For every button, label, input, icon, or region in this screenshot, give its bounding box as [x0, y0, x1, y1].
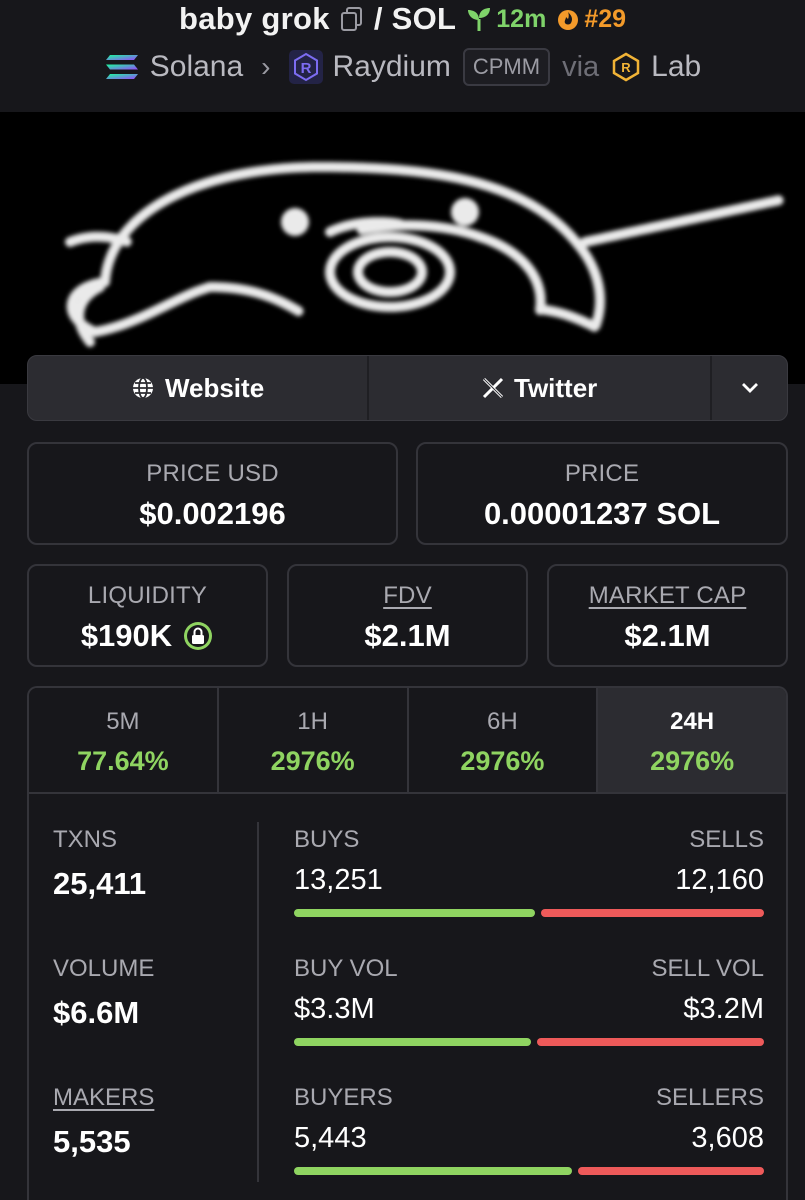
volume-ratio-bar [294, 1038, 764, 1046]
market-cap-label[interactable]: MARKET CAP [549, 582, 786, 610]
seedling-icon [468, 8, 491, 31]
tab-5m[interactable]: 5M 77.64% [29, 688, 219, 792]
trending-rank[interactable]: #29 [556, 5, 626, 34]
launchpad-name: Lab [651, 50, 702, 83]
copy-icon[interactable] [340, 6, 364, 32]
dex-name: Raydium [332, 50, 451, 83]
makers-row: MAKERS 5,535 BUYERS SELLERS 5,443 3,608 [29, 1084, 786, 1200]
sell-bar [537, 1038, 764, 1046]
social-links-bar: Website Twitter [27, 355, 788, 421]
stats-panel: 5M 77.64% 1H 2976% 6H 2976% 24H 2976% TX… [27, 686, 788, 1200]
twitter-button[interactable]: Twitter [369, 356, 713, 420]
buys-label: BUYS [294, 826, 360, 853]
svg-text:R: R [621, 60, 631, 75]
sells-value: 12,160 [675, 864, 764, 896]
svg-text:R: R [300, 60, 311, 77]
volume-row: VOLUME $6.6M BUY VOL SELL VOL $3.3M $3.2… [29, 955, 786, 1083]
tab-change: 2976% [270, 746, 355, 776]
tab-label: 6H [487, 708, 518, 735]
sell-vol-label: SELL VOL [651, 955, 764, 982]
txns-value: 25,411 [53, 866, 147, 901]
market-cap-value: $2.1M [624, 618, 711, 653]
sellers-value: 3,608 [691, 1122, 764, 1154]
title-row: baby grok / SOL 12m #29 [0, 0, 805, 38]
fdv-card[interactable]: FDV $2.1M [287, 564, 528, 667]
tab-6h[interactable]: 6H 2976% [408, 688, 599, 792]
breadcrumb-launchpad[interactable]: R Lab [611, 50, 701, 84]
website-label: Website [164, 372, 265, 403]
sellers-label: SELLERS [655, 1084, 764, 1111]
raydium-icon: R [288, 50, 323, 84]
liquidity-card: LIQUIDITY $190K [27, 564, 268, 667]
market-cap-card[interactable]: MARKET CAP $2.1M [547, 564, 788, 667]
chevron-right-icon: › [261, 51, 271, 82]
breadcrumb-dex[interactable]: R Raydium [288, 50, 451, 84]
buyers-value: 5,443 [294, 1122, 367, 1154]
tab-change: 77.64% [77, 746, 169, 776]
makers-value: 5,535 [53, 1124, 131, 1159]
buys-value: 13,251 [294, 864, 383, 896]
liquidity-value: $190K [80, 618, 173, 653]
tab-1h[interactable]: 1H 2976% [218, 688, 409, 792]
website-button[interactable]: Website [28, 356, 370, 420]
buyers-label: BUYERS [294, 1084, 393, 1111]
more-links-button[interactable] [712, 356, 787, 420]
txns-ratio-bar [294, 909, 764, 917]
price-usd-card: PRICE USD $0.002196 [27, 442, 398, 545]
flame-icon [558, 10, 579, 30]
buy-vol-label: BUY VOL [294, 955, 398, 982]
sell-bar [578, 1167, 764, 1175]
makers-label[interactable]: MAKERS [53, 1084, 154, 1112]
price-sol-value: 0.00001237 SOL [483, 496, 721, 531]
volume-value: $6.6M [53, 995, 140, 1030]
sell-vol-value: $3.2M [683, 993, 764, 1025]
globe-icon [132, 377, 153, 399]
txns-row: TXNS 25,411 BUYS SELLS 13,251 12,160 [29, 826, 786, 954]
price-usd-value: $0.002196 [139, 496, 286, 531]
breadcrumb: Solana › R Raydium CPMM via R Lab [0, 44, 805, 90]
tab-24h[interactable]: 24H 2976% [598, 688, 786, 792]
launchpad-icon: R [612, 52, 640, 82]
price-sol-card: PRICE 0.00001237 SOL [416, 442, 788, 545]
buy-bar [294, 1038, 531, 1046]
solana-icon [105, 55, 138, 79]
tab-label: 1H [297, 708, 328, 735]
price-usd-label: PRICE USD [146, 460, 279, 487]
pool-type-badge: CPMM [462, 48, 551, 86]
fdv-value: $2.1M [364, 618, 451, 653]
fdv-label[interactable]: FDV [289, 582, 526, 610]
chain-name: Solana [149, 50, 244, 83]
x-logo-icon [482, 377, 504, 399]
tab-change: 2976% [650, 746, 735, 776]
mascot-drawing [65, 162, 785, 347]
timeframe-tabs: 5M 77.64% 1H 2976% 6H 2976% 24H 2976% [29, 688, 786, 794]
buy-vol-value: $3.3M [294, 993, 375, 1025]
chevron-down-icon [741, 383, 758, 393]
rank-text: #29 [584, 4, 627, 33]
lock-icon[interactable] [182, 620, 214, 652]
buy-bar [294, 909, 535, 917]
breadcrumb-chain[interactable]: Solana [104, 50, 243, 84]
token-banner-image [0, 112, 805, 384]
pair-name: baby grok [178, 1, 330, 36]
tab-label: 24H [670, 708, 715, 735]
twitter-label: Twitter [514, 372, 598, 403]
sell-bar [541, 909, 764, 917]
txns-label: TXNS [53, 826, 118, 853]
metrics-section: TXNS 25,411 BUYS SELLS 13,251 12,160 VOL… [29, 794, 786, 1200]
price-sol-label: PRICE [564, 460, 640, 487]
tab-label: 5M [106, 708, 140, 735]
pair-quote: / SOL [373, 1, 457, 36]
pair-header: baby grok / SOL 12m #29 Solana › R Raydi… [0, 0, 805, 112]
sells-label: SELLS [689, 826, 764, 853]
tab-change: 2976% [460, 746, 545, 776]
pair-age: 12m [466, 5, 546, 34]
buy-bar [294, 1167, 572, 1175]
liquidity-label: LIQUIDITY [87, 582, 208, 609]
via-label: via [562, 50, 600, 83]
volume-label: VOLUME [53, 955, 155, 982]
age-text: 12m [496, 4, 547, 33]
makers-ratio-bar [294, 1167, 764, 1175]
